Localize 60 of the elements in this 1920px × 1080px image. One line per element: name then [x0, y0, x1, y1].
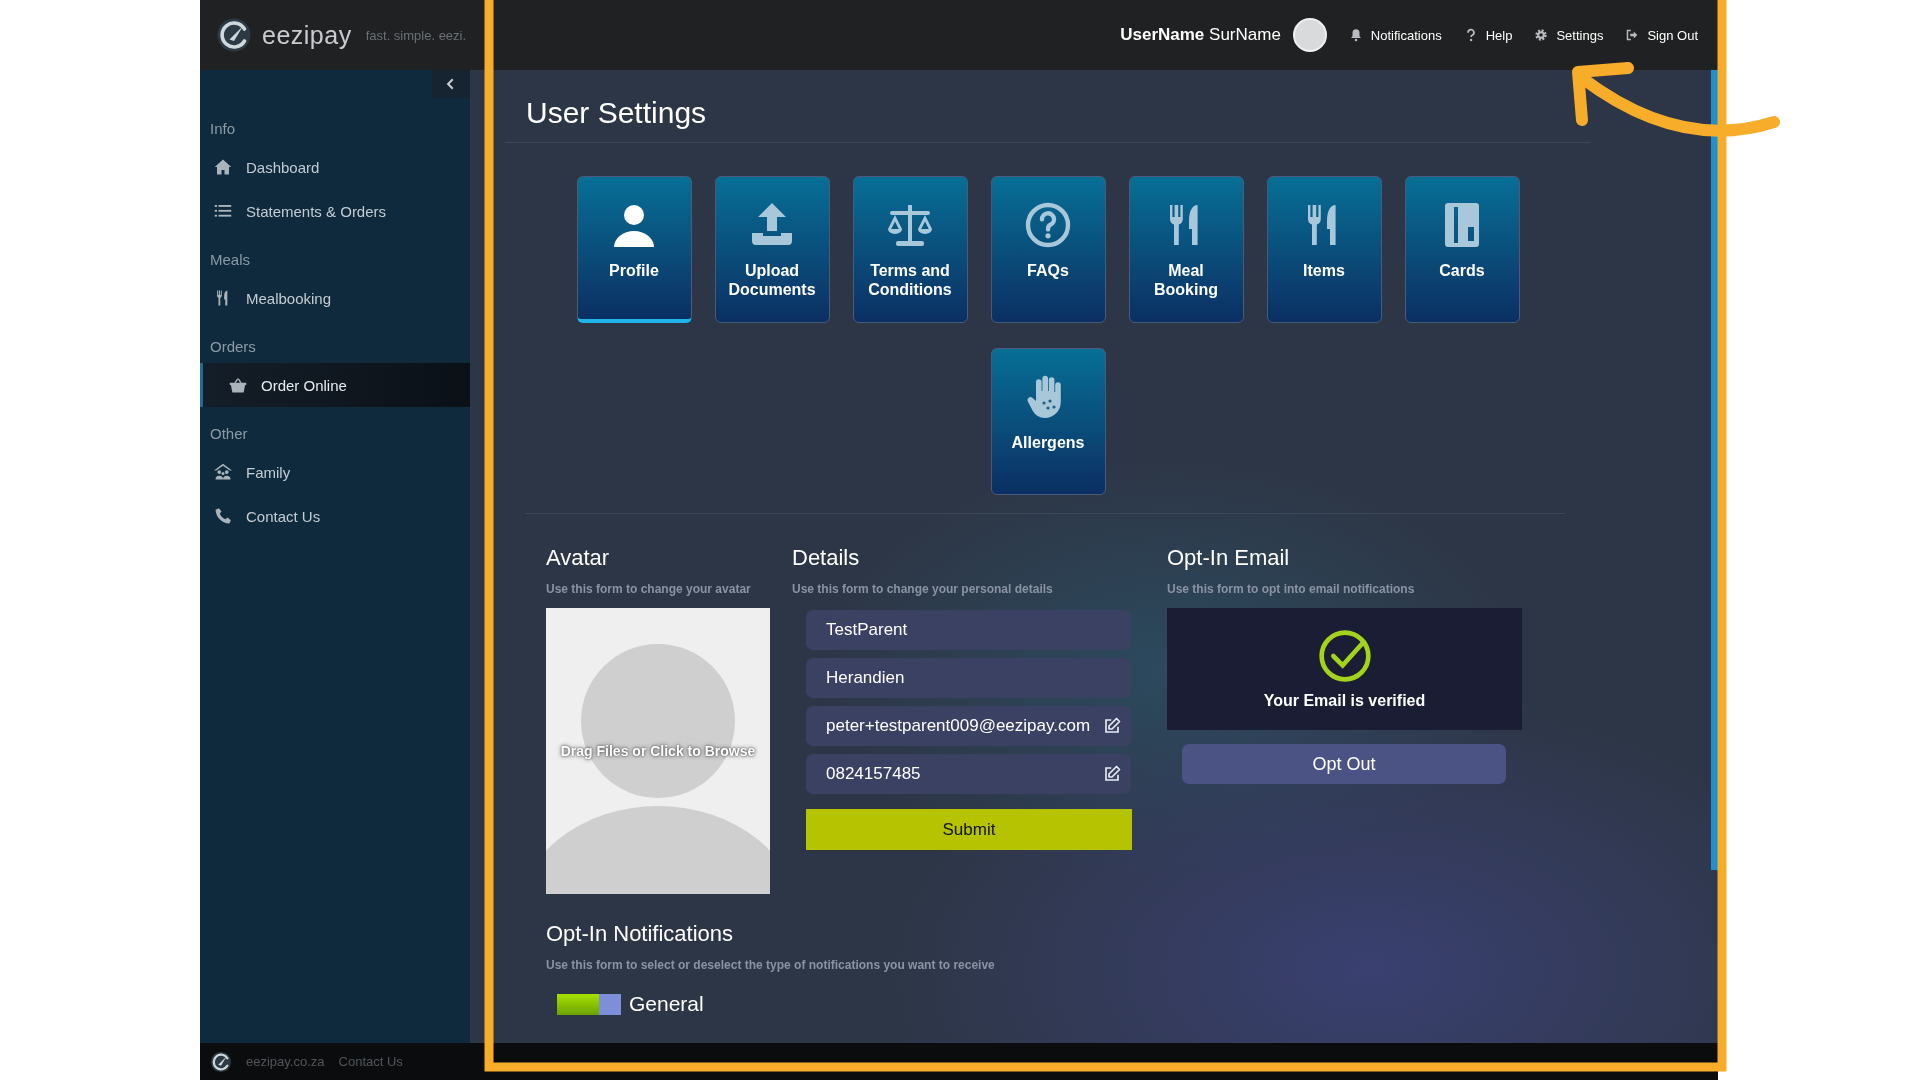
- scrollbar[interactable]: [1711, 70, 1718, 870]
- phone-icon: [214, 507, 232, 525]
- opt-out-button[interactable]: Opt Out: [1182, 744, 1506, 784]
- check-circle-icon: [1316, 628, 1373, 684]
- nav-group-label: Info: [209, 119, 237, 139]
- avatar-dropzone[interactable]: Drag Files or Click to Browse: [546, 608, 770, 894]
- section-description: Use this form to opt into email notifications: [1167, 582, 1416, 596]
- nav-group-label: Meals: [209, 250, 251, 270]
- input-field[interactable]: 0824157485: [806, 754, 1131, 794]
- sidebar-item[interactable]: Statements & Orders: [200, 189, 470, 233]
- family-icon: [214, 463, 232, 481]
- settings-tile[interactable]: Cards: [1404, 176, 1520, 323]
- header-link[interactable]: Sign Out: [1625, 27, 1698, 43]
- sidebar-item[interactable]: Order Online: [200, 363, 470, 407]
- input-field[interactable]: peter+testparent009@eezipay.com: [806, 706, 1131, 746]
- logo-icon: [216, 17, 252, 53]
- tagline: fast. simple. eezi.: [365, 27, 467, 43]
- bell-icon: [1348, 28, 1363, 42]
- collapse-button[interactable]: [432, 70, 470, 98]
- sidebar-item[interactable]: Dashboard: [200, 145, 470, 189]
- sidebar-item[interactable]: Family: [200, 450, 470, 494]
- section-title: Opt-In Notifications: [546, 920, 735, 948]
- submit-button[interactable]: Submit: [806, 809, 1132, 850]
- nav-group-label: Orders: [209, 337, 257, 357]
- sidebar-item[interactable]: Contact Us: [200, 494, 470, 538]
- section-title: Avatar: [546, 544, 611, 572]
- sidebar-item[interactable]: Mealbooking: [200, 276, 470, 320]
- settings-tile[interactable]: Meal Booking: [1128, 176, 1244, 323]
- settings-tile[interactable]: Allergens: [990, 348, 1106, 495]
- header-link[interactable]: Notifications: [1348, 27, 1442, 43]
- nav-group-label: Other: [209, 424, 249, 444]
- toggle-switch[interactable]: [557, 993, 621, 1015]
- settings-tile[interactable]: Profile: [576, 176, 692, 323]
- list-icon: [214, 202, 232, 220]
- section-description: Use this form to select or deselect the type of notifications you want to receive: [546, 958, 996, 972]
- section-description: Use this form to change your personal details: [792, 582, 1054, 596]
- verified-message: Your Email is verified: [1263, 692, 1426, 710]
- dropzone-text: Drag Files or Click to Browse: [560, 743, 756, 759]
- toggle-label: General: [629, 992, 704, 1016]
- settings-tile[interactable]: Upload Documents: [714, 176, 830, 323]
- section-description: Use this form to change your avatar: [546, 582, 752, 596]
- sign-out-icon: [1625, 28, 1640, 42]
- question-icon: [1024, 201, 1072, 249]
- logo-icon: [210, 1050, 232, 1073]
- settings-icon: [1534, 28, 1549, 42]
- header-link[interactable]: Settings: [1534, 27, 1604, 43]
- settings-tile[interactable]: Items: [1266, 176, 1382, 323]
- avatar-circle[interactable]: [1292, 18, 1327, 52]
- user-name[interactable]: UserName SurName: [1120, 25, 1281, 45]
- settings-tile[interactable]: FAQs: [990, 176, 1106, 323]
- section-title: Details: [792, 544, 861, 572]
- settings-tile[interactable]: Terms and Conditions: [852, 176, 968, 323]
- input-field[interactable]: TestParent: [806, 610, 1131, 650]
- input-field[interactable]: Herandien: [806, 658, 1131, 698]
- page-title: User Settings: [505, 90, 1590, 143]
- home-icon: [214, 158, 232, 176]
- header-link[interactable]: Help: [1463, 27, 1513, 43]
- basket-icon: [229, 376, 247, 394]
- logo-text[interactable]: eezipay: [262, 20, 352, 50]
- section-title: Opt-In Email: [1167, 544, 1291, 572]
